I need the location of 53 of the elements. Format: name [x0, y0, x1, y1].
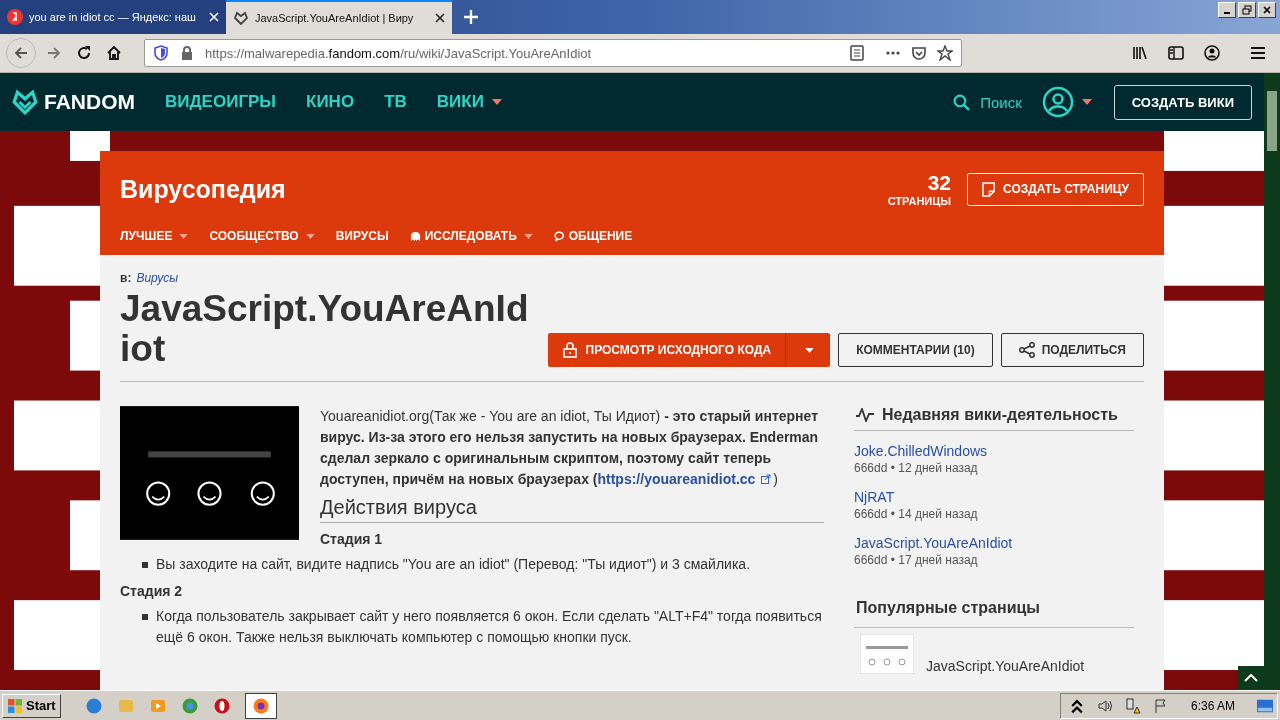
- windows-flag-icon: [7, 697, 23, 714]
- close-icon[interactable]: [435, 13, 445, 23]
- sidebar-icon[interactable]: [1168, 45, 1184, 61]
- nav-link[interactable]: ВИДЕОИГРЫ: [165, 92, 276, 112]
- home-icon[interactable]: [106, 45, 122, 61]
- close-icon: [1262, 5, 1272, 15]
- minimize-icon: [1224, 12, 1230, 14]
- network-icon[interactable]: [1124, 697, 1141, 714]
- nav-link[interactable]: ВИКИ: [436, 92, 502, 112]
- search-icon[interactable]: [953, 93, 971, 111]
- shield-icon: [153, 45, 169, 61]
- circle-logo-icon: [7, 9, 23, 25]
- nav-link[interactable]: КИНО: [306, 92, 355, 112]
- clock: 6:36 AM: [1190, 698, 1235, 713]
- taskbar-button[interactable]: [212, 696, 231, 715]
- forward-icon[interactable]: [46, 45, 62, 61]
- minimize-button[interactable]: [1218, 2, 1236, 18]
- browser-tab[interactable]: JavaScript.YouAreAnIdiot | Виру: [226, 0, 452, 34]
- heart-icon: [233, 10, 249, 26]
- speaker-icon[interactable]: [1096, 697, 1113, 714]
- reader-view-icon[interactable]: [849, 45, 865, 61]
- heart-logo-icon[interactable]: [12, 89, 38, 115]
- app-icon: [251, 696, 270, 715]
- app-icon: [84, 696, 103, 715]
- back-icon: [13, 45, 29, 61]
- caret-icon[interactable]: [1081, 99, 1092, 105]
- create-wiki-button[interactable]: СОЗДАТЬ ВИКИ: [1113, 84, 1252, 120]
- start-button[interactable]: Start: [2, 693, 61, 718]
- lock-icon: [179, 45, 195, 61]
- flag-icon[interactable]: [1152, 697, 1169, 714]
- address-bar[interactable]: https://malwarepedia.fandom.com/ru/wiki/JavaScript.YouAreAnIdiot: [144, 39, 962, 67]
- star-icon[interactable]: [937, 45, 953, 61]
- reload-icon[interactable]: [76, 45, 92, 61]
- chevron-icon[interactable]: [1068, 697, 1085, 714]
- close-button[interactable]: [1258, 2, 1276, 18]
- library-icon[interactable]: [1132, 45, 1148, 61]
- restore-icon: [1242, 5, 1252, 15]
- show-desktop-icon[interactable]: [1257, 697, 1273, 714]
- restore-button[interactable]: [1238, 2, 1256, 18]
- nav-link[interactable]: ТВ: [384, 92, 407, 112]
- new-tab-icon[interactable]: [464, 10, 478, 24]
- site-logo[interactable]: FANDOM: [44, 90, 135, 114]
- scrollbar[interactable]: [1264, 73, 1280, 690]
- user-avatar-icon[interactable]: [1041, 86, 1074, 118]
- app-icon: [180, 696, 199, 715]
- caret-icon: [491, 99, 502, 105]
- app-icon: [212, 696, 231, 715]
- pocket-icon[interactable]: [911, 45, 927, 61]
- menu-icon[interactable]: [1250, 45, 1266, 61]
- browser-tab[interactable]: you are in idiot cc — Яндекс: наш: [0, 0, 226, 34]
- search-link[interactable]: Поиск: [980, 93, 1022, 111]
- taskbar-button[interactable]: [244, 692, 277, 719]
- account-icon[interactable]: [1204, 45, 1220, 61]
